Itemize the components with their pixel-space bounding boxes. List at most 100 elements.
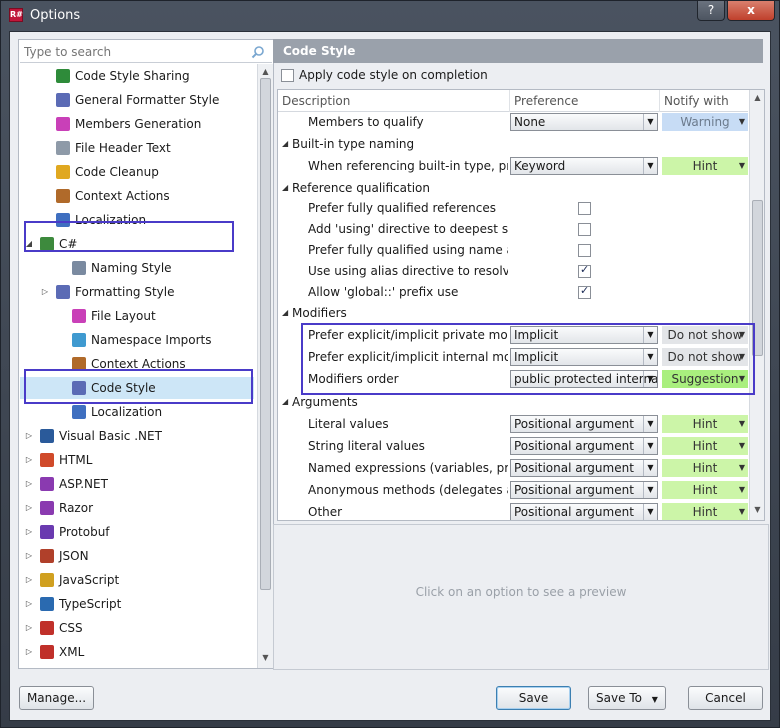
setting-checkbox[interactable] bbox=[578, 284, 591, 299]
notify-severity-dropdown[interactable]: Hint ▼ bbox=[662, 503, 748, 520]
setting-row[interactable]: Use using alias directive to resolve c..… bbox=[278, 260, 748, 282]
tree-item[interactable]: Namespace Imports bbox=[20, 329, 254, 351]
scroll-down-arrow-icon[interactable]: ▼ bbox=[258, 652, 273, 664]
checked-checkbox-icon[interactable] bbox=[578, 263, 591, 278]
collapse-triangle-icon[interactable]: ◢ bbox=[282, 177, 288, 199]
preference-dropdown[interactable]: Positional argument ▼ bbox=[510, 415, 658, 433]
setting-row[interactable]: Literal values Positional argument ▼ Hint ▼ bbox=[278, 413, 748, 435]
manage-button[interactable]: Manage... bbox=[19, 686, 94, 710]
tree-item[interactable]: Members Generation bbox=[20, 113, 254, 135]
notify-severity-dropdown[interactable]: Hint ▼ bbox=[662, 415, 748, 433]
tree-expander-icon[interactable]: ▷ bbox=[24, 425, 34, 447]
tree-expander-icon[interactable]: ▷ bbox=[24, 641, 34, 663]
tree-expander-icon[interactable]: ▷ bbox=[24, 521, 34, 543]
severity-arrow-icon[interactable]: ▼ bbox=[739, 437, 745, 455]
setting-row[interactable]: Other Positional argument ▼ Hint ▼ bbox=[278, 501, 748, 520]
collapse-triangle-icon[interactable]: ◢ bbox=[282, 391, 288, 413]
apply-code-style-checkbox[interactable]: Apply code style on completion bbox=[281, 67, 488, 83]
search-icon[interactable] bbox=[251, 45, 265, 59]
checked-checkbox-icon[interactable] bbox=[578, 284, 591, 299]
tree-expander-icon[interactable]: ▷ bbox=[24, 473, 34, 495]
setting-checkbox[interactable] bbox=[578, 263, 591, 278]
preference-dropdown[interactable]: None ▼ bbox=[510, 113, 658, 131]
tree-expander-icon[interactable]: ◢ bbox=[24, 233, 34, 255]
grid-scroll-thumb[interactable] bbox=[752, 200, 763, 356]
notify-severity-dropdown[interactable]: Do not show ▼ bbox=[662, 348, 748, 366]
tree-item[interactable]: ▷ Razor bbox=[20, 497, 254, 519]
setting-checkbox[interactable] bbox=[578, 243, 591, 257]
tree-item[interactable]: ▷ Formatting Style bbox=[20, 281, 254, 303]
setting-row[interactable]: Modifiers order public protected internal… bbox=[278, 368, 748, 390]
tree-item[interactable]: ▷ Protobuf bbox=[20, 521, 254, 543]
severity-arrow-icon[interactable]: ▼ bbox=[739, 348, 745, 366]
tree-item[interactable]: ▷ JavaScript bbox=[20, 569, 254, 591]
group-row[interactable]: ◢ Modifiers bbox=[278, 302, 748, 324]
tree-item[interactable]: General Formatter Style bbox=[20, 89, 254, 111]
preference-dropdown[interactable]: public protected internal ▼ bbox=[510, 370, 658, 388]
tree-item[interactable]: Localization bbox=[20, 209, 254, 231]
severity-arrow-icon[interactable]: ▼ bbox=[739, 326, 745, 344]
unchecked-checkbox-icon[interactable] bbox=[578, 202, 591, 215]
tree-expander-icon[interactable]: ▷ bbox=[24, 545, 34, 567]
column-notify-with[interactable]: Notify with bbox=[660, 90, 748, 112]
setting-row[interactable]: Members to qualify None ▼ Warning ▼ bbox=[278, 111, 748, 133]
tree-expander-icon[interactable]: ▷ bbox=[40, 281, 50, 303]
preference-dropdown[interactable]: Positional argument ▼ bbox=[510, 481, 658, 499]
column-description[interactable]: Description bbox=[278, 90, 510, 112]
preference-dropdown[interactable]: Positional argument ▼ bbox=[510, 459, 658, 477]
dropdown-arrow-icon[interactable]: ▼ bbox=[643, 482, 657, 498]
tree-item[interactable]: ◢ C# bbox=[20, 233, 254, 255]
setting-row[interactable]: Prefer explicit/implicit private modif..… bbox=[278, 324, 748, 346]
setting-row[interactable]: Anonymous methods (delegates an...Positi… bbox=[278, 479, 748, 501]
tree-expander-icon[interactable]: ▷ bbox=[24, 497, 34, 519]
notify-severity-dropdown[interactable]: Hint ▼ bbox=[662, 437, 748, 455]
severity-arrow-icon[interactable]: ▼ bbox=[739, 370, 745, 388]
tree-scroll-thumb[interactable] bbox=[260, 78, 271, 590]
notify-severity-dropdown[interactable]: Suggestion ▼ bbox=[662, 370, 748, 388]
tree-item[interactable]: Context Actions bbox=[20, 185, 254, 207]
severity-arrow-icon[interactable]: ▼ bbox=[739, 113, 745, 131]
dropdown-arrow-icon[interactable]: ▼ bbox=[643, 114, 657, 130]
tree-item[interactable]: File Header Text bbox=[20, 137, 254, 159]
severity-arrow-icon[interactable]: ▼ bbox=[739, 157, 745, 175]
tree-expander-icon[interactable]: ▷ bbox=[24, 569, 34, 591]
tree-expander-icon[interactable]: ▷ bbox=[24, 593, 34, 615]
tree-expander-icon[interactable]: ▷ bbox=[24, 617, 34, 639]
preference-dropdown[interactable]: Keyword ▼ bbox=[510, 157, 658, 175]
setting-row[interactable]: Prefer explicit/implicit internal modi..… bbox=[278, 346, 748, 368]
tree-item[interactable]: Code Style Sharing bbox=[20, 65, 254, 87]
dropdown-arrow-icon[interactable]: ▼ bbox=[643, 416, 657, 432]
notify-severity-dropdown[interactable]: Warning ▼ bbox=[662, 113, 748, 131]
tree-item[interactable]: ▷ Visual Basic .NET bbox=[20, 425, 254, 447]
setting-row[interactable]: Add 'using' directive to deepest sco... bbox=[278, 218, 748, 240]
setting-row[interactable]: Prefer fully qualified using name at... bbox=[278, 239, 748, 261]
grid-scroll-down-icon[interactable]: ▼ bbox=[750, 504, 764, 516]
preference-dropdown[interactable]: Positional argument ▼ bbox=[510, 437, 658, 455]
dropdown-arrow-icon[interactable]: ▼ bbox=[643, 349, 657, 365]
setting-row[interactable]: String literal values Positional argument… bbox=[278, 435, 748, 457]
save-button[interactable]: Save bbox=[496, 686, 571, 710]
cancel-button[interactable]: Cancel bbox=[688, 686, 763, 710]
grid-scrollbar[interactable]: ▲ ▼ bbox=[749, 90, 764, 520]
tree-item[interactable]: ▷ HTML bbox=[20, 449, 254, 471]
tree-item[interactable]: Code Cleanup bbox=[20, 161, 254, 183]
setting-row[interactable]: Named expressions (variables, prop...Pos… bbox=[278, 457, 748, 479]
notify-severity-dropdown[interactable]: Hint ▼ bbox=[662, 459, 748, 477]
group-row[interactable]: ◢ Reference qualification bbox=[278, 177, 748, 199]
notify-severity-dropdown[interactable]: Hint ▼ bbox=[662, 481, 748, 499]
notify-severity-dropdown[interactable]: Hint ▼ bbox=[662, 157, 748, 175]
tree-item[interactable]: ▷ XML bbox=[20, 641, 254, 663]
search-input[interactable] bbox=[24, 44, 244, 60]
dropdown-arrow-icon[interactable]: ▼ bbox=[643, 158, 657, 174]
tree-item[interactable]: Code Style bbox=[20, 377, 254, 399]
unchecked-checkbox-icon[interactable] bbox=[578, 223, 591, 236]
setting-row[interactable]: When referencing built-in type, pref...K… bbox=[278, 155, 748, 177]
tree-item[interactable]: Localization bbox=[20, 401, 254, 423]
tree-item[interactable]: ▷ ASP.NET bbox=[20, 473, 254, 495]
save-to-button[interactable]: Save To ▼ bbox=[588, 686, 666, 710]
tree-item[interactable]: Naming Style bbox=[20, 257, 254, 279]
tree-item[interactable]: Context Actions bbox=[20, 353, 254, 375]
collapse-triangle-icon[interactable]: ◢ bbox=[282, 133, 288, 155]
notify-severity-dropdown[interactable]: Do not show ▼ bbox=[662, 326, 748, 344]
tree-scrollbar[interactable]: ▲ ▼ bbox=[257, 64, 273, 668]
